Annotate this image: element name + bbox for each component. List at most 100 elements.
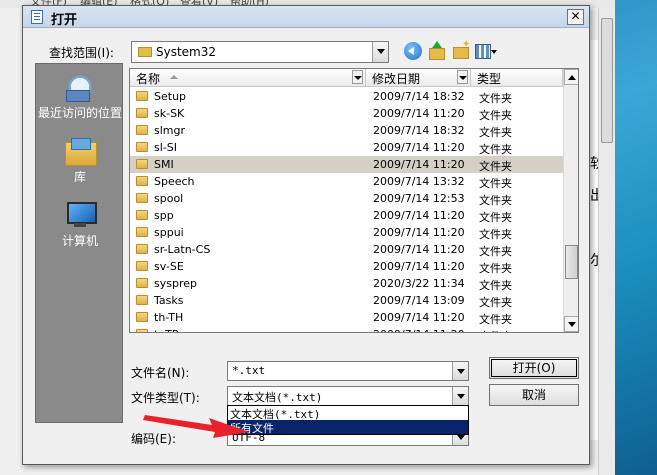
column-header-type[interactable]: 类型 [471, 69, 563, 87]
file-row[interactable]: SMI 2009/7/14 11:20 文件夹 [130, 156, 563, 173]
place-recent-locations[interactable]: 最近访问的位置 [36, 72, 124, 120]
libraries-icon [63, 136, 97, 166]
column-filter-icon[interactable] [457, 70, 468, 84]
file-date: 2009/7/14 11:20 [373, 243, 465, 256]
filename-input[interactable]: *.txt [227, 361, 469, 381]
folder-icon [136, 108, 148, 118]
scrollbar-thumb[interactable] [565, 245, 578, 279]
file-name: sppui [154, 226, 184, 239]
file-date: 2009/7/14 18:32 [373, 90, 465, 103]
folder-icon [136, 329, 148, 332]
file-row[interactable]: sr-Latn-CS 2009/7/14 11:20 文件夹 [130, 241, 563, 258]
file-row[interactable]: sysprep 2020/3/22 11:34 文件夹 [130, 275, 563, 292]
back-icon[interactable] [404, 42, 422, 60]
filename-label: 文件名(N): [131, 366, 190, 380]
file-type: 文件夹 [479, 211, 512, 224]
file-row[interactable]: spp 2009/7/14 11:20 文件夹 [130, 207, 563, 224]
filetype-value: 文本文档(*.txt) [232, 391, 323, 404]
cancel-button[interactable]: 取消 [489, 384, 579, 406]
new-folder-icon[interactable] [452, 39, 470, 60]
file-date: 2009/7/14 13:09 [373, 294, 465, 307]
folder-icon [136, 193, 148, 203]
places-bar: 最近访问的位置 库 计算机 [35, 63, 123, 423]
file-date: 2009/7/14 11:20 [373, 107, 465, 120]
column-date-label: 修改日期 [372, 72, 421, 86]
file-name: th-TH [154, 311, 184, 324]
place-libraries[interactable]: 库 [36, 136, 124, 184]
file-type: 文件夹 [479, 143, 512, 156]
column-header-date[interactable]: 修改日期 [366, 69, 471, 87]
dialog-title: 打开 [51, 13, 78, 28]
file-row[interactable]: Tasks 2009/7/14 13:09 文件夹 [130, 292, 563, 309]
filetype-dropdown: 文本文档(*.txt) 所有文件 [227, 405, 469, 435]
folder-icon [136, 295, 148, 305]
chevron-down-icon[interactable] [452, 362, 468, 380]
notepad-icon [31, 10, 43, 24]
file-row[interactable]: th-TH 2009/7/14 11:20 文件夹 [130, 309, 563, 326]
folder-icon [138, 47, 152, 57]
file-row[interactable]: sl-SI 2009/7/14 11:20 文件夹 [130, 139, 563, 156]
file-row[interactable]: spool 2009/7/14 12:53 文件夹 [130, 190, 563, 207]
computer-icon [63, 200, 97, 230]
folder-icon [136, 244, 148, 254]
column-header-name[interactable]: 名称 [130, 69, 366, 87]
file-row[interactable]: sk-SK 2009/7/14 11:20 文件夹 [130, 105, 563, 122]
file-row[interactable]: slmgr 2009/7/14 18:32 文件夹 [130, 122, 563, 139]
column-type-label: 类型 [477, 72, 502, 86]
file-row[interactable]: sppui 2009/7/14 11:20 文件夹 [130, 224, 563, 241]
filetype-select[interactable]: 文本文档(*.txt) [227, 386, 469, 406]
dialog-titlebar[interactable]: 打开 ✕ [23, 6, 589, 28]
file-list-scrollbar[interactable] [563, 69, 578, 332]
background-scrollbar[interactable] [598, 8, 615, 475]
folder-icon [136, 227, 148, 237]
folder-icon [136, 176, 148, 186]
file-type: 文件夹 [479, 92, 512, 105]
chevron-down-icon[interactable] [372, 42, 388, 62]
folder-icon [136, 125, 148, 135]
file-date: 2009/7/14 11:20 [373, 158, 465, 171]
file-name: Tasks [154, 294, 184, 307]
file-date: 2020/3/22 11:34 [373, 277, 465, 290]
file-list[interactable]: 名称 修改日期 类型 Setup 2009/7/14 18:32 文件夹 sk-SK 2… [129, 68, 579, 333]
file-name: spool [154, 192, 184, 205]
file-date: 2009/7/14 11:20 [373, 311, 465, 324]
filetype-label: 文件类型(T): [131, 391, 200, 405]
sort-up-icon [170, 75, 178, 79]
file-date: 2009/7/14 11:20 [373, 226, 465, 239]
file-row[interactable]: tr-TR 2009/7/14 11:20 文件夹 [130, 326, 563, 332]
file-row[interactable]: sv-SE 2009/7/14 11:20 文件夹 [130, 258, 563, 275]
file-name: sv-SE [154, 260, 184, 273]
folder-icon [136, 261, 148, 271]
column-name-label: 名称 [136, 72, 161, 86]
file-date: 2009/7/14 11:20 [373, 260, 465, 273]
place-label: 库 [73, 170, 86, 184]
file-name: Speech [154, 175, 195, 188]
folder-icon [136, 210, 148, 220]
filetype-option-all[interactable]: 所有文件 [228, 420, 468, 435]
file-type: 文件夹 [479, 296, 512, 309]
file-row[interactable]: Setup 2009/7/14 18:32 文件夹 [130, 88, 563, 105]
background-scrollbar-thumb[interactable] [601, 18, 613, 143]
file-name: sr-Latn-CS [154, 243, 211, 256]
annotation-arrow-icon [143, 415, 249, 438]
place-label: 计算机 [61, 234, 98, 248]
folder-icon [136, 159, 148, 169]
place-computer[interactable]: 计算机 [36, 200, 124, 248]
file-name: Setup [154, 90, 187, 103]
file-type: 文件夹 [479, 228, 512, 241]
column-filter-icon[interactable] [352, 70, 363, 84]
open-button[interactable]: 打开(O) [489, 357, 579, 379]
folder-icon [136, 91, 148, 101]
look-in-combo[interactable]: System32 [131, 41, 389, 63]
up-folder-icon[interactable] [428, 41, 446, 60]
scroll-down-button[interactable] [564, 316, 578, 332]
file-type: 文件夹 [479, 109, 512, 122]
scroll-up-button[interactable] [564, 69, 578, 85]
views-menu-icon[interactable] [475, 42, 497, 60]
filetype-option-txt[interactable]: 文本文档(*.txt) [228, 406, 468, 421]
file-name: slmgr [154, 124, 186, 137]
file-date: 2009/7/14 18:32 [373, 124, 465, 137]
chevron-down-icon[interactable] [452, 387, 468, 405]
file-row[interactable]: Speech 2009/7/14 13:32 文件夹 [130, 173, 563, 190]
close-button[interactable]: ✕ [567, 9, 584, 25]
